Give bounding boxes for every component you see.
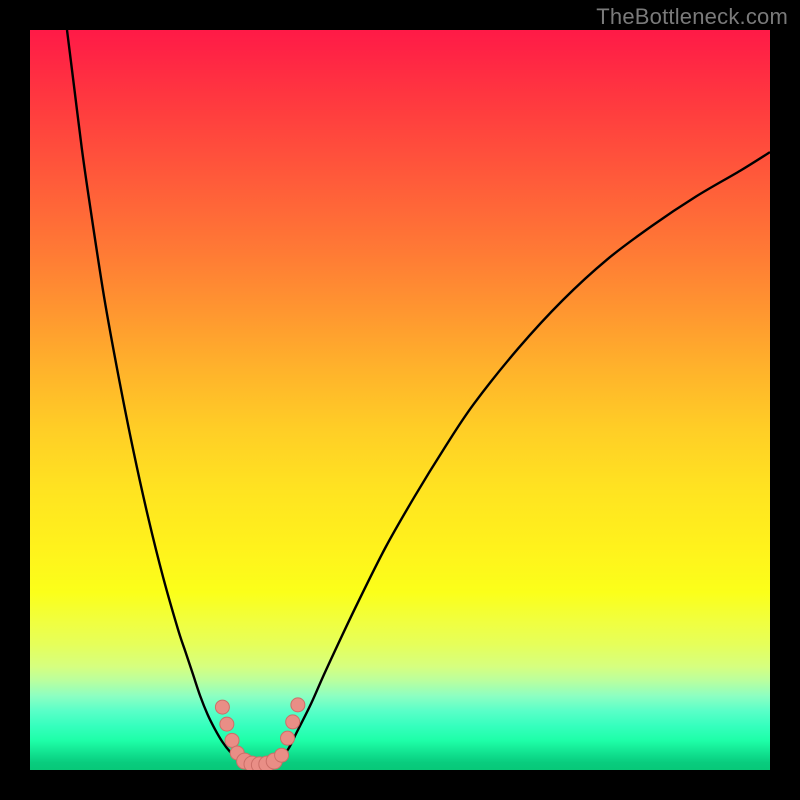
marker-dot — [220, 717, 234, 731]
marker-dot — [225, 733, 239, 747]
marker-dot — [215, 700, 229, 714]
chart-frame: TheBottleneck.com — [0, 0, 800, 800]
marker-dot — [286, 715, 300, 729]
curve-right-branch — [282, 152, 770, 758]
marker-dot — [281, 731, 295, 745]
curve-left-branch — [67, 30, 237, 758]
plot-area — [30, 30, 770, 770]
valley-markers — [215, 698, 304, 770]
watermark-text: TheBottleneck.com — [596, 4, 788, 30]
marker-dot — [291, 698, 305, 712]
chart-svg — [30, 30, 770, 770]
marker-dot — [275, 748, 289, 762]
